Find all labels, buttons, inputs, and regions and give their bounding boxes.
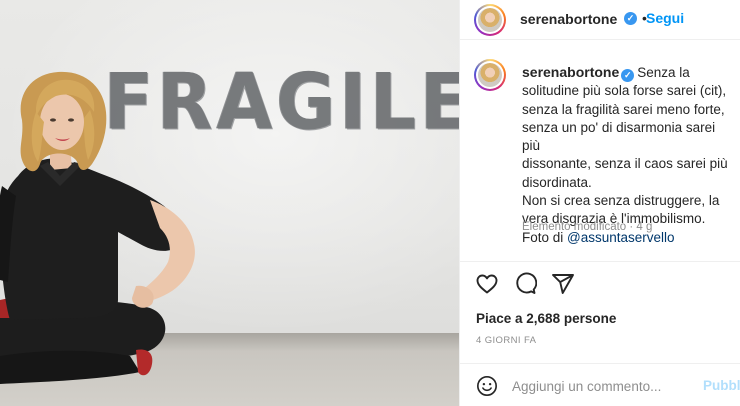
publish-button[interactable]: Pubblica: [703, 378, 740, 393]
caption-line: senza un po' di disarmonia sarei più: [522, 119, 716, 154]
caption-avatar[interactable]: [474, 59, 506, 91]
instagram-post: FRAGILE serenabortone ✓ • Segui serenabo…: [0, 0, 740, 406]
emoji-icon[interactable]: [476, 375, 498, 397]
post-time-ago[interactable]: 4 GIORNI FA: [476, 335, 536, 346]
share-icon[interactable]: [551, 272, 575, 296]
heart-icon[interactable]: [475, 272, 499, 296]
caption-line: Non si crea senza distruggere, la: [522, 193, 720, 209]
caption-text: serenabortone ✓ Senza la solitudine più so…: [522, 63, 736, 247]
comment-icon[interactable]: [513, 272, 537, 296]
likes-count[interactable]: Piace a 2,688 persone: [476, 311, 616, 326]
post-photo[interactable]: FRAGILE: [0, 0, 459, 406]
verified-badge-icon: ✓: [624, 12, 637, 25]
caption-line: Senza la: [637, 65, 690, 80]
caption-line: disordinata.: [522, 174, 592, 190]
comment-bar: Pubblica: [460, 364, 740, 406]
avatar[interactable]: [474, 4, 506, 36]
comment-input[interactable]: [512, 376, 692, 396]
verified-badge-icon: ✓: [621, 69, 635, 82]
username-link[interactable]: serenabortone: [520, 11, 617, 27]
post-sidebar: serenabortone ✓ • Segui serenabortone ✓ Se…: [459, 0, 740, 406]
woman-figure: [0, 71, 195, 384]
caption-username-link[interactable]: serenabortone: [522, 64, 619, 80]
caption-line: senza la fragilità sarei meno forte,: [522, 101, 725, 117]
caption-line: solitudine più sola forse sarei (cit),: [522, 83, 727, 99]
post-header: serenabortone ✓ • Segui: [460, 0, 740, 40]
caption: serenabortone ✓ Senza la solitudine più so…: [460, 55, 740, 260]
follow-button[interactable]: Segui: [646, 10, 684, 26]
edited-timestamp: Elemento modificato · 4 g: [522, 221, 653, 233]
caption-line: dissonante, senza il caos sarei più: [522, 156, 728, 172]
action-bar: [460, 262, 740, 302]
